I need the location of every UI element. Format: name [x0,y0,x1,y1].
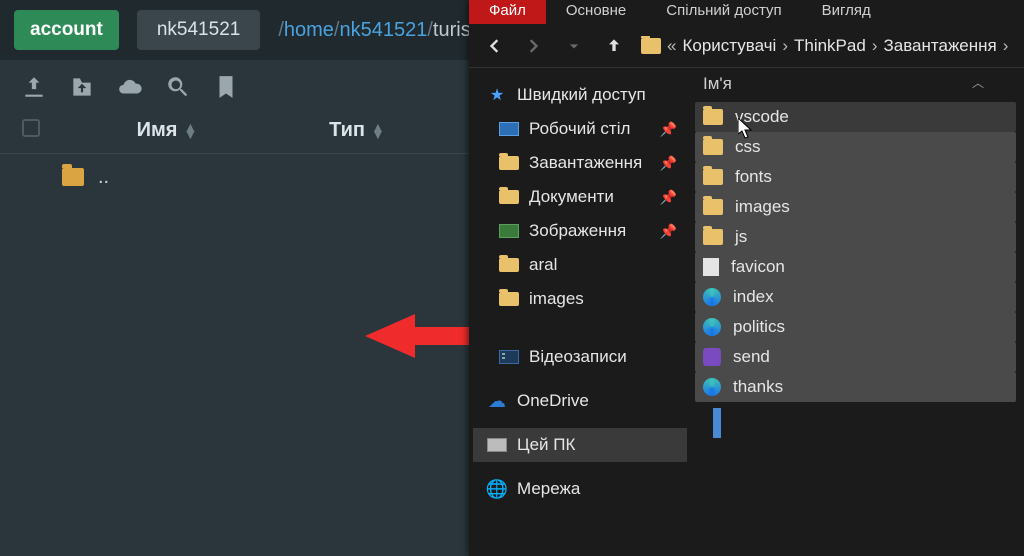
star-icon: ★ [487,87,507,103]
folder-icon [499,190,519,204]
folder-icon [499,156,519,170]
crumb-users[interactable]: Користувачі [682,36,776,56]
sidebar-item-documents[interactable]: Документи📌 [473,180,687,214]
upload-cloud-icon[interactable] [116,73,144,101]
file-row[interactable]: vscode [695,102,1016,132]
desktop-icon [499,122,519,136]
pictures-icon [499,224,519,238]
sidebar-item-desktop[interactable]: Робочий стіл📌 [473,112,687,146]
file-row[interactable]: css [695,132,1016,162]
edge-icon [703,318,721,336]
folder-icon [641,38,661,54]
column-name[interactable]: Имя▲▼ [52,119,282,142]
fold-icon [703,109,723,125]
purp-icon [703,348,721,366]
file-name: images [735,197,790,217]
search-icon[interactable] [164,73,192,101]
sidebar-item-downloads[interactable]: Завантаження📌 [473,146,687,180]
ribbon-tab-view[interactable]: Вигляд [802,0,891,24]
explorer-navbar: « Користувачі› ThinkPad› Завантаження› s [469,24,1024,68]
fold-icon [703,169,723,185]
crumb-thinkpad[interactable]: ThinkPad [794,36,866,56]
pin-icon: 📌 [660,189,677,206]
sidebar-item-videos[interactable]: Відеозаписи [473,340,687,374]
fold-icon [703,139,723,155]
breadcrumb-seg-home[interactable]: home [284,19,334,41]
upload-file-icon[interactable] [20,73,48,101]
file-row[interactable]: images [695,192,1016,222]
file-icon [703,258,719,276]
address-prefix: « [667,36,676,56]
pin-icon: 📌 [660,155,677,172]
ribbon-tab-share[interactable]: Спільний доступ [646,0,801,24]
sidebar-item-this-pc[interactable]: Цей ПК [473,428,687,462]
fold-icon [703,229,723,245]
file-name: politics [733,317,785,337]
sidebar-item-images[interactable]: images [473,282,687,316]
file-explorer-window: Файл Основне Спільний доступ Вигляд « Ко… [469,0,1024,556]
file-row[interactable]: index [695,282,1016,312]
sidebar-item-pictures[interactable]: Зображення📌 [473,214,687,248]
file-name: vscode [735,107,789,127]
network-icon: 🌐 [487,481,507,497]
crumb-downloads[interactable]: Завантаження [883,36,996,56]
pc-icon [487,438,507,452]
folder-icon [62,168,84,186]
select-all-checkbox[interactable] [22,119,40,137]
ribbon-tab-main[interactable]: Основне [546,0,646,24]
sidebar-item-aral[interactable]: aral [473,248,687,282]
file-name: index [733,287,774,307]
nav-up-icon[interactable] [601,33,627,59]
file-name: css [735,137,761,157]
folder-icon [499,258,519,272]
file-row[interactable]: favicon [695,252,1016,282]
sidebar-item-network[interactable]: 🌐Мережа [473,472,687,506]
file-row[interactable]: js [695,222,1016,252]
file-name: favicon [731,257,785,277]
upload-folder-icon[interactable] [68,73,96,101]
breadcrumb-seg-user[interactable]: nk541521 [339,19,427,41]
pin-icon: 📌 [660,223,677,240]
ribbon-tabs: Файл Основне Спільний доступ Вигляд [469,0,1024,24]
column-type[interactable]: Тип▲▼ [282,119,432,142]
parent-dir-label: .. [98,166,109,189]
user-tab[interactable]: nk541521 [137,10,260,50]
edge-icon [703,378,721,396]
explorer-body: ★Швидкий доступ Робочий стіл📌 Завантажен… [469,68,1024,556]
nav-recent-icon[interactable] [561,33,587,59]
file-name: send [733,347,770,367]
cloud-icon: ☁ [487,393,507,409]
column-name-label: Ім'я [703,74,732,94]
file-list: vscode css fonts images js favicon index politi… [687,100,1024,404]
file-name: thanks [733,377,783,397]
sidebar-item-onedrive[interactable]: ☁OneDrive [473,384,687,418]
chevron-up-icon: ︿ [972,74,984,91]
nav-forward-icon[interactable] [521,33,547,59]
file-pane: Ім'я ︿ vscode css fonts images js favicon inde… [687,68,1024,556]
file-row[interactable]: send [695,342,1016,372]
file-row[interactable]: thanks [695,372,1016,402]
sidebar-item-quick-access[interactable]: ★Швидкий доступ [473,78,687,112]
videos-icon [499,350,519,364]
address-bar[interactable]: « Користувачі› ThinkPad› Завантаження› s [641,36,1012,56]
pin-icon: 📌 [660,121,677,138]
ribbon-tab-file[interactable]: Файл [469,0,546,24]
account-button[interactable]: account [14,10,119,50]
sort-icon: ▲▼ [371,124,385,138]
bookmark-icon[interactable] [212,73,240,101]
file-name: js [735,227,747,247]
selection-indicator [713,408,721,438]
explorer-sidebar: ★Швидкий доступ Робочий стіл📌 Завантажен… [469,68,687,556]
file-pane-header[interactable]: Ім'я ︿ [687,68,1024,100]
sort-icon: ▲▼ [183,124,197,138]
edge-icon [703,288,721,306]
file-name: fonts [735,167,772,187]
file-row[interactable]: fonts [695,162,1016,192]
fold-icon [703,199,723,215]
folder-icon [499,292,519,306]
nav-back-icon[interactable] [481,33,507,59]
file-row[interactable]: politics [695,312,1016,342]
